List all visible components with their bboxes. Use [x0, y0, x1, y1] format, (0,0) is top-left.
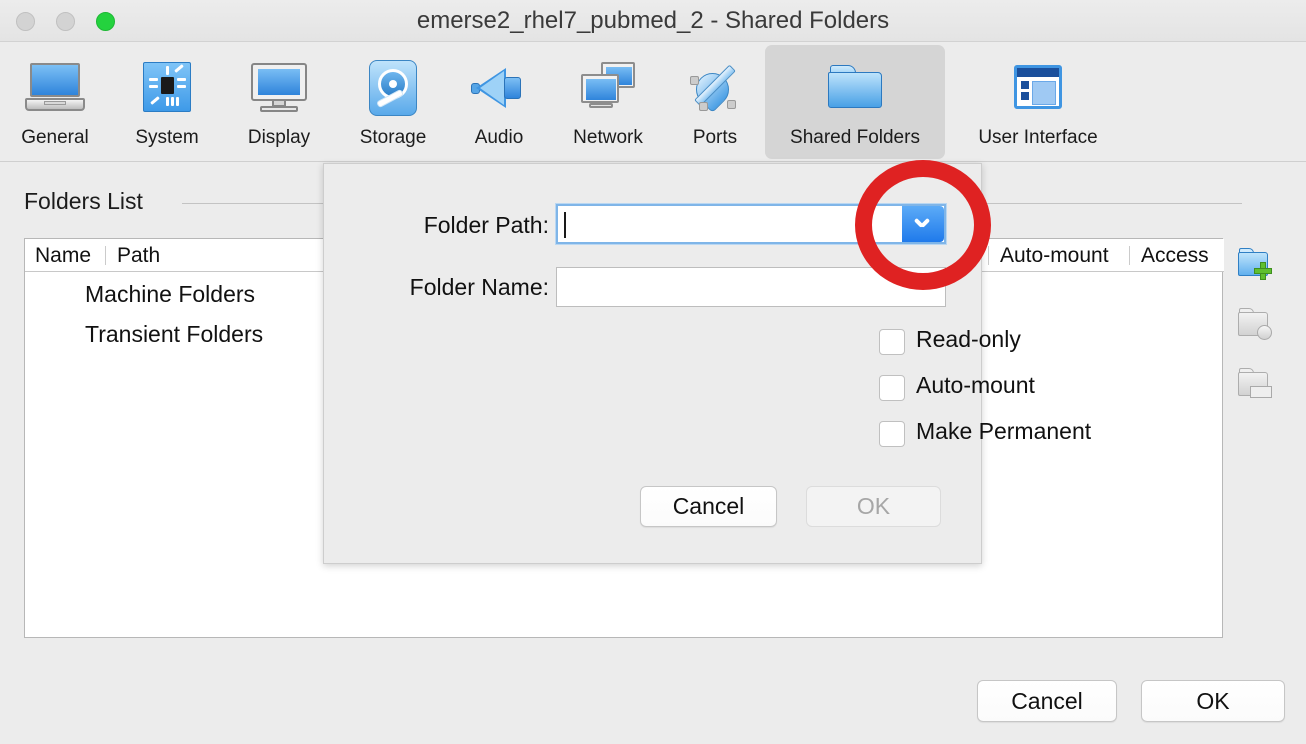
column-header-name[interactable]: Name	[25, 239, 91, 272]
tab-shared-folders-label: Shared Folders	[790, 127, 920, 148]
column-header-path[interactable]: Path	[107, 239, 160, 272]
column-divider[interactable]	[105, 246, 106, 265]
folder-name-label: Folder Name:	[409, 274, 549, 300]
auto-mount-checkbox[interactable]	[879, 375, 905, 401]
column-divider[interactable]	[988, 246, 989, 265]
tab-shared-folders[interactable]: Shared Folders	[765, 45, 945, 159]
edit-shared-folder-icon[interactable]	[1238, 308, 1276, 342]
tab-user-interface[interactable]: User Interface	[963, 45, 1113, 159]
read-only-label: Read-only	[916, 326, 1021, 352]
window-title: emerse2_rhel7_pubmed_2 - Shared Folders	[416, 7, 890, 34]
make-permanent-label: Make Permanent	[916, 418, 1092, 444]
dialog-ok-button[interactable]: OK	[806, 486, 941, 527]
dialog-cancel-button[interactable]: Cancel	[640, 486, 777, 527]
folder-name-input[interactable]	[556, 267, 946, 307]
table-row[interactable]: Transient Folders	[25, 318, 263, 351]
add-share-dialog: Folder Path: Folder Name: Read-only Auto…	[323, 163, 1091, 564]
tab-user-interface-label: User Interface	[978, 127, 1098, 148]
shared-folders-window: emerse2_rhel7_pubmed_2 - Shared Folders …	[0, 0, 1306, 744]
column-header-access[interactable]: Access	[1131, 239, 1209, 272]
add-shared-folder-icon[interactable]	[1238, 248, 1276, 282]
read-only-checkbox[interactable]	[879, 329, 905, 355]
folder-path-dropdown-button[interactable]	[902, 206, 944, 242]
column-header-auto-mount[interactable]: Auto-mount	[990, 239, 1109, 272]
text-caret	[564, 212, 566, 238]
make-permanent-checkbox[interactable]	[879, 421, 905, 447]
tab-display[interactable]: Display	[224, 45, 334, 159]
window-cancel-button[interactable]: Cancel	[977, 680, 1117, 722]
chevron-down-icon	[914, 218, 929, 233]
remove-shared-folder-icon[interactable]	[1238, 368, 1276, 402]
table-row[interactable]: Machine Folders	[25, 278, 255, 311]
folder-path-input[interactable]	[556, 204, 946, 244]
folder-path-label: Folder Path:	[423, 212, 549, 238]
window-ok-button[interactable]: OK	[1141, 680, 1285, 722]
column-divider[interactable]	[1129, 246, 1130, 265]
folders-list-heading: Folders List	[24, 188, 143, 214]
auto-mount-label: Auto-mount	[916, 372, 1035, 398]
title-bar: emerse2_rhel7_pubmed_2 - Shared Folders	[0, 0, 1306, 42]
settings-toolbar: General System Display Storage Audio Net…	[0, 42, 1306, 162]
